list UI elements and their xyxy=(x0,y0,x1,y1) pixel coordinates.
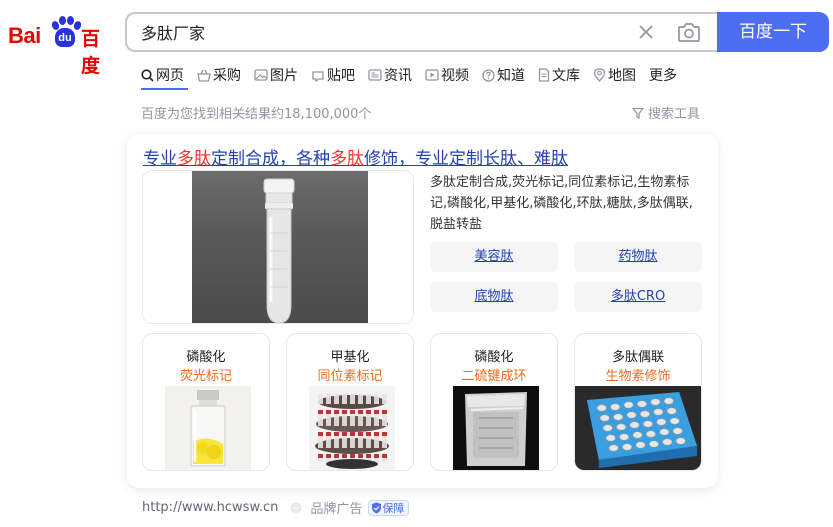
paw-icon: du xyxy=(49,16,83,48)
clear-icon[interactable] xyxy=(636,22,656,42)
search-button[interactable]: 百度一下 xyxy=(717,12,829,52)
ad-description: 多肽定制合成,荧光标记,同位素标记,生物素标记,磷酸化,甲基化,磷酸化,环肽,糖… xyxy=(430,175,693,232)
tab-images[interactable]: 图片 xyxy=(254,64,298,86)
product-card[interactable]: 磷酸化 荧光标记 xyxy=(142,333,270,471)
tab-wenku[interactable]: 文库 xyxy=(538,64,580,86)
tab-web[interactable]: 网页 xyxy=(141,64,184,86)
guarantee-badge[interactable]: 保障 xyxy=(368,499,410,516)
search-tools-button[interactable]: 搜索工具 xyxy=(632,103,700,122)
guarantee-label: 保障 xyxy=(382,501,405,515)
sitelink-beauty-peptide[interactable]: 美容肽 xyxy=(430,242,558,272)
tab-label: 资讯 xyxy=(384,68,412,84)
tab-purchase[interactable]: 采购 xyxy=(197,64,241,86)
product-subtitle: 二硫键成环 xyxy=(461,369,527,384)
ad-main-image[interactable] xyxy=(142,170,414,324)
search-input[interactable] xyxy=(141,14,601,50)
logo-chinese-text: 百度 xyxy=(81,28,100,77)
baidu-logo[interactable]: Bai du 百度 xyxy=(8,14,112,77)
result-count: 百度为您找到相关结果约18,100,000个 xyxy=(141,107,372,122)
logo-latin-text: Bai xyxy=(8,23,41,48)
tab-tieba[interactable]: 贴吧 xyxy=(311,64,355,86)
search-tools-label: 搜索工具 xyxy=(648,107,701,122)
tab-label: 网页 xyxy=(156,68,184,84)
tab-map[interactable]: 地图 xyxy=(593,64,636,86)
tab-more[interactable]: 更多 xyxy=(649,64,677,86)
shield-check-icon xyxy=(372,502,382,513)
sitelink-substrate-peptide[interactable]: 底物肽 xyxy=(430,282,558,312)
product-title: 甲基化 xyxy=(330,350,370,365)
product-card[interactable]: 磷酸化 二硫键成环 xyxy=(430,333,558,471)
logo-paw-text: du xyxy=(55,28,75,47)
product-title: 磷酸化 xyxy=(186,350,226,365)
tube-box-image xyxy=(575,386,701,470)
tab-label: 知道 xyxy=(497,68,525,84)
tab-label: 更多 xyxy=(649,68,677,84)
tieba-icon xyxy=(312,70,324,82)
active-tab-indicator xyxy=(141,88,188,90)
search-icon xyxy=(141,68,154,82)
image-icon xyxy=(254,69,268,81)
ad-title-part: 专业 xyxy=(143,149,177,169)
ad-result-card: 专业多肽定制合成，各种多肽修饰，专业定制长肽、难肽 多肽定制合成,荧光标记,同位… xyxy=(127,134,718,488)
product-card[interactable]: 多肽偶联 生物素修饰 xyxy=(574,333,702,471)
tube-photo xyxy=(192,171,368,323)
search-box xyxy=(125,12,719,52)
vial-rack-image xyxy=(309,386,395,470)
news-icon xyxy=(368,69,382,81)
chevron-down-icon[interactable] xyxy=(290,502,302,514)
question-icon xyxy=(482,68,495,82)
tab-label: 采购 xyxy=(213,68,241,84)
product-subtitle: 生物素修饰 xyxy=(605,369,671,384)
ad-title-keyword: 多肽 xyxy=(330,149,364,169)
tab-label: 地图 xyxy=(608,68,636,84)
tab-label: 贴吧 xyxy=(327,68,355,84)
search-tabs: 网页 采购 图片 贴吧 资讯 视频 知道 文库 地图 更多 xyxy=(141,64,690,90)
video-icon xyxy=(425,69,439,81)
sitelink-drug-peptide[interactable]: 药物肽 xyxy=(574,242,702,272)
filter-icon xyxy=(632,107,644,119)
tab-news[interactable]: 资讯 xyxy=(368,64,412,86)
document-icon xyxy=(538,68,550,82)
tab-video[interactable]: 视频 xyxy=(425,64,469,86)
product-title: 多肽偶联 xyxy=(611,350,664,365)
tab-label: 图片 xyxy=(270,68,298,84)
camera-icon[interactable] xyxy=(677,21,701,43)
centrifuge-tube-image xyxy=(263,178,295,323)
tab-label: 视频 xyxy=(441,68,469,84)
tab-zhidao[interactable]: 知道 xyxy=(482,64,525,86)
sealed-bag-image xyxy=(453,386,539,470)
product-subtitle: 同位素标记 xyxy=(317,369,383,384)
ad-source-row: http://www.hcwsw.cn 品牌广告 保障 xyxy=(142,498,410,517)
vial-image xyxy=(165,386,251,470)
ad-title-keyword: 多肽 xyxy=(177,149,211,169)
tab-label: 文库 xyxy=(552,68,580,84)
product-title: 磷酸化 xyxy=(474,350,514,365)
ad-title-part: 修饰，专业定制长肽、难肽 xyxy=(364,149,568,169)
sitelink-peptide-cro[interactable]: 多肽CRO xyxy=(574,282,702,312)
ad-title-part: 定制合成，各种 xyxy=(211,149,330,169)
map-pin-icon xyxy=(593,68,606,82)
source-url[interactable]: http://www.hcwsw.cn xyxy=(142,500,278,515)
shopping-basket-icon xyxy=(197,69,211,82)
product-card[interactable]: 甲基化 同位素标记 xyxy=(286,333,414,471)
brand-ad-label[interactable]: 品牌广告 xyxy=(310,498,362,517)
ad-title-link[interactable]: 专业多肽定制合成，各种多肽修饰，专业定制长肽、难肽 xyxy=(143,144,568,169)
product-subtitle: 荧光标记 xyxy=(179,369,232,384)
